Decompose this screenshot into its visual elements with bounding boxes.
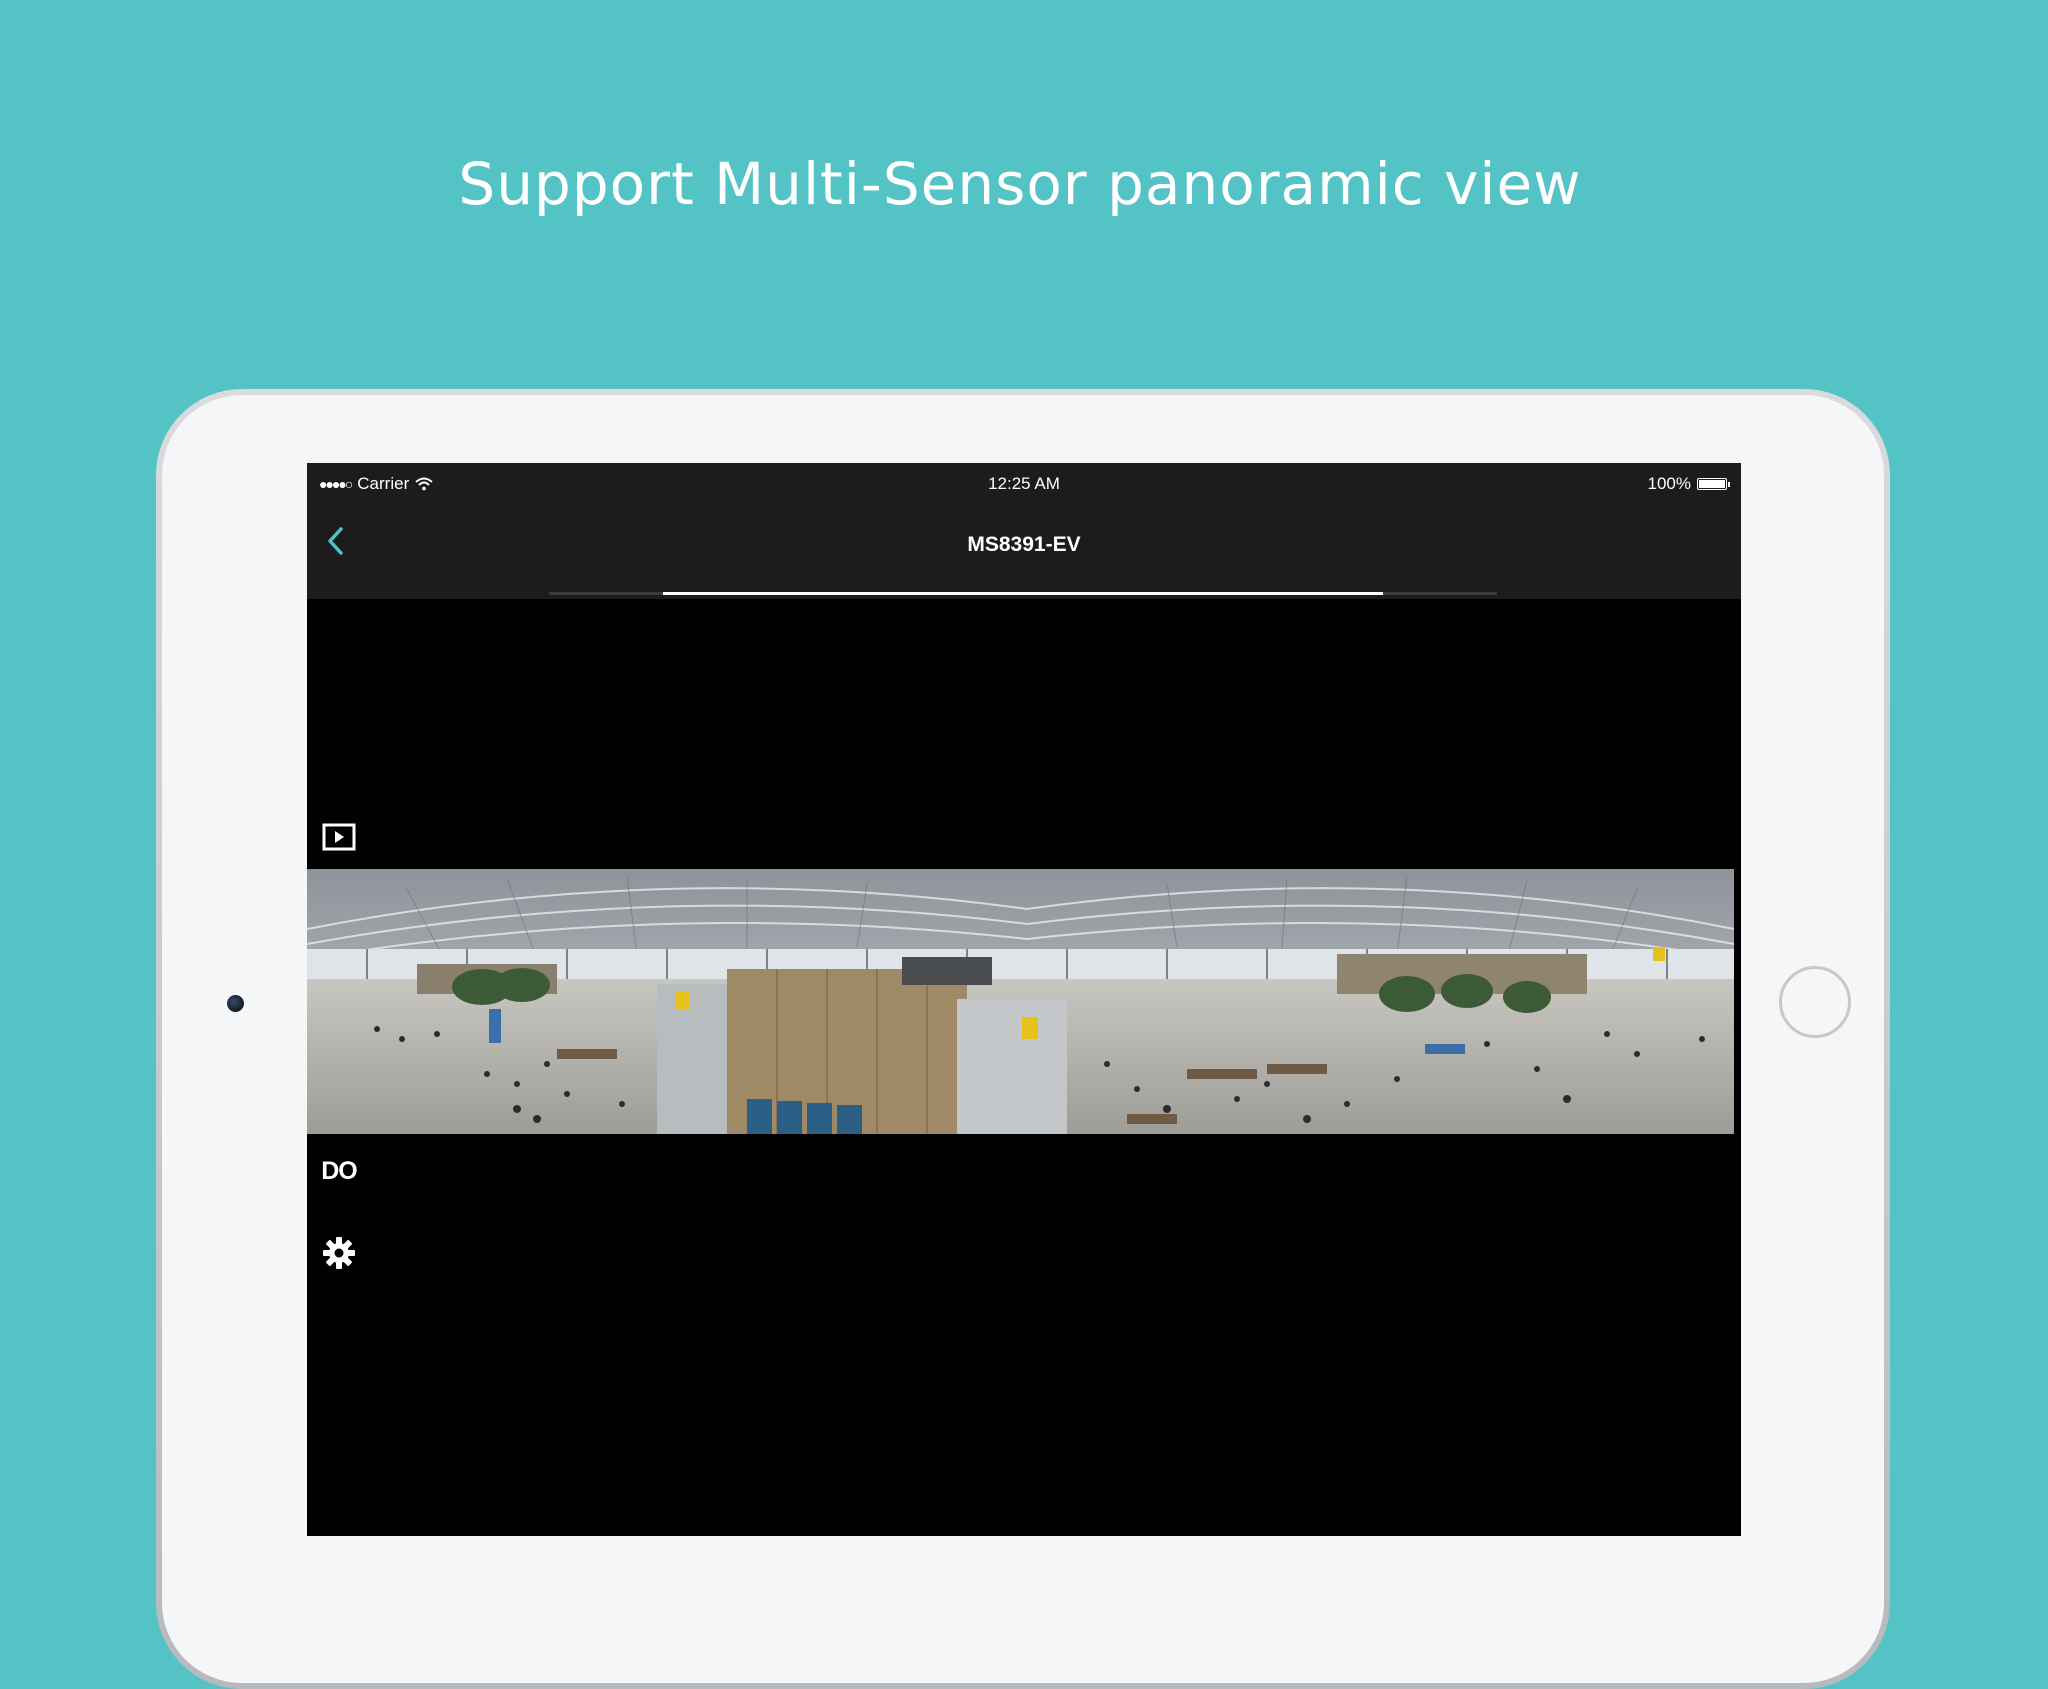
battery-level	[1699, 480, 1725, 488]
camera-title: MS8391-EV	[967, 533, 1081, 556]
home-button[interactable]	[1779, 966, 1851, 1038]
play-box-icon	[322, 823, 356, 851]
panorama-image	[307, 869, 1734, 1134]
status-right: 100%	[1647, 474, 1730, 494]
digital-output-button[interactable]: DO	[321, 1153, 357, 1189]
playback-button[interactable]	[321, 819, 357, 855]
status-time: 12:25 AM	[988, 474, 1060, 493]
headline: Support Multi-Sensor panoramic view	[458, 150, 1582, 218]
nav-bar: MS8391-EV	[307, 503, 1741, 599]
front-camera	[227, 995, 244, 1012]
battery-icon	[1697, 478, 1730, 490]
digital-output-label: DO	[321, 1156, 357, 1185]
panoramic-camera-view[interactable]	[307, 869, 1734, 1134]
timeline-track[interactable]	[549, 592, 1497, 595]
status-bar: ●●●●○ Carrier 12:25 AM 100%	[307, 463, 1741, 503]
gear-icon	[323, 1237, 355, 1269]
timeline-progress[interactable]	[662, 592, 1384, 595]
settings-button[interactable]	[321, 1235, 357, 1271]
battery-percent: 100%	[1647, 474, 1691, 493]
app-screen: ●●●●○ Carrier 12:25 AM 100% MS8391-EV DO	[307, 463, 1741, 1536]
